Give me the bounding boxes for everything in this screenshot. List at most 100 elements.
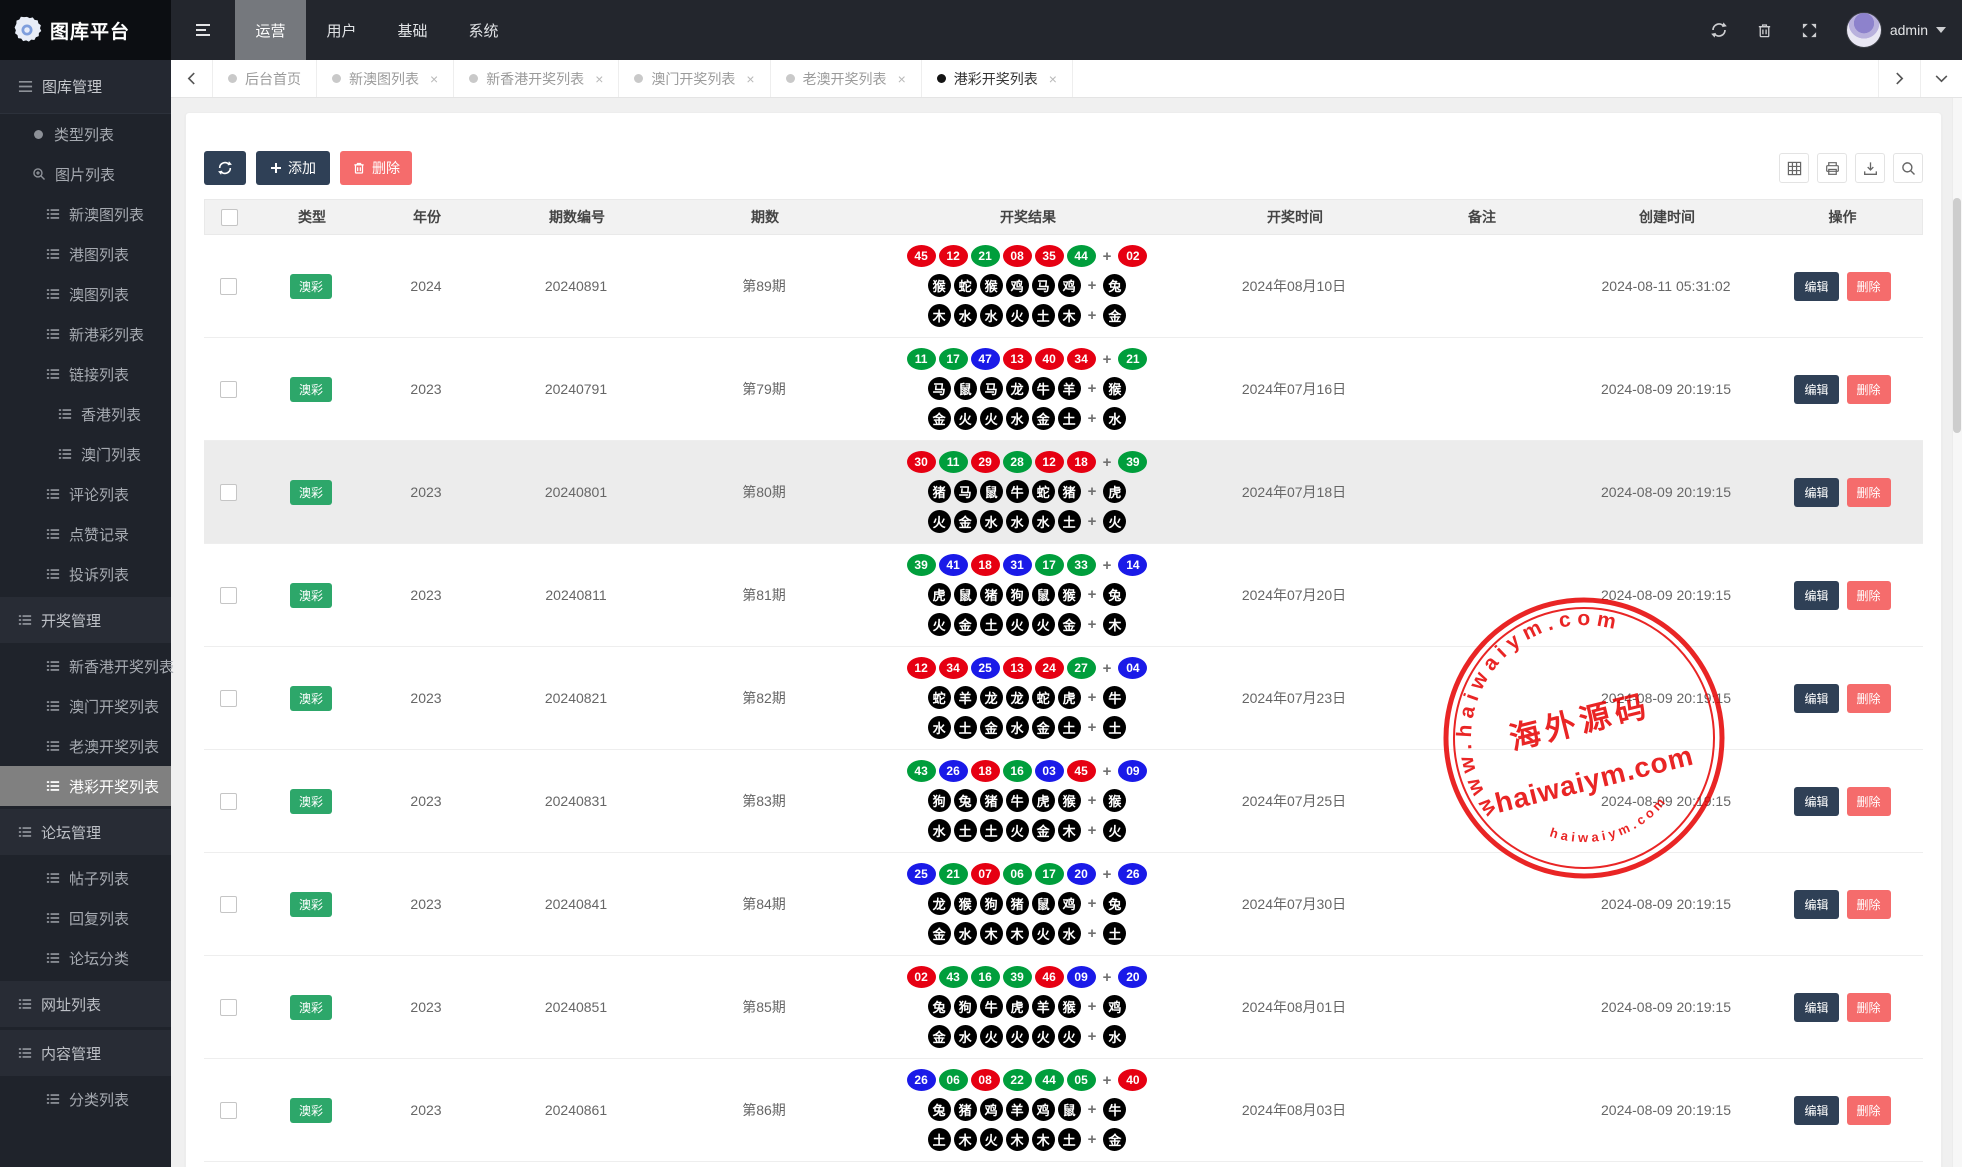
nav-item[interactable]: 基础 bbox=[377, 0, 448, 60]
tab[interactable]: 老澳开奖列表× bbox=[771, 60, 922, 97]
row-checkbox[interactable] bbox=[220, 1102, 237, 1119]
plus-separator: + bbox=[1088, 895, 1097, 912]
row-delete-button[interactable]: 删除 bbox=[1847, 684, 1891, 713]
sidebar-item[interactable]: 论坛分类 bbox=[0, 938, 171, 978]
refresh-icon[interactable] bbox=[1710, 21, 1728, 39]
sidebar-item[interactable]: 澳门开奖列表 bbox=[0, 686, 171, 726]
sidebar-item[interactable]: 评论列表 bbox=[0, 474, 171, 514]
sidebar-item[interactable]: 帖子列表 bbox=[0, 858, 171, 898]
tab-operations-icon[interactable] bbox=[1920, 60, 1962, 97]
edit-button[interactable]: 编辑 bbox=[1794, 375, 1838, 404]
sidebar-item[interactable]: 网址列表 bbox=[0, 981, 171, 1027]
tab-scroll-right-icon[interactable] bbox=[1878, 60, 1920, 97]
tab-close-icon[interactable]: × bbox=[898, 72, 906, 86]
row-checkbox[interactable] bbox=[220, 278, 237, 295]
sidebar-item[interactable]: 点赞记录 bbox=[0, 514, 171, 554]
edit-button[interactable]: 编辑 bbox=[1794, 1096, 1838, 1125]
edit-button[interactable]: 编辑 bbox=[1794, 478, 1838, 507]
sidebar-item[interactable]: 港图列表 bbox=[0, 234, 171, 274]
row-delete-button[interactable]: 删除 bbox=[1847, 787, 1891, 816]
sidebar-item[interactable]: 回复列表 bbox=[0, 898, 171, 938]
edit-button[interactable]: 编辑 bbox=[1794, 684, 1838, 713]
number-ball: 43 bbox=[939, 966, 968, 988]
sidebar-item[interactable]: 新香港开奖列表 bbox=[0, 646, 171, 686]
sidebar-item-active[interactable]: 港彩开奖列表 bbox=[0, 766, 171, 806]
text-ball: 猴 bbox=[1103, 377, 1126, 400]
row-checkbox[interactable] bbox=[220, 587, 237, 604]
row-delete-button[interactable]: 删除 bbox=[1847, 890, 1891, 919]
sidebar-item[interactable]: 类型列表 bbox=[0, 114, 171, 154]
edit-button[interactable]: 编辑 bbox=[1794, 890, 1838, 919]
edit-button[interactable]: 编辑 bbox=[1794, 993, 1838, 1022]
add-button[interactable]: 添加 bbox=[256, 151, 330, 185]
sidebar-item[interactable]: 澳图列表 bbox=[0, 274, 171, 314]
sidebar-item[interactable]: 内容管理 bbox=[0, 1030, 171, 1076]
tab-dot-icon bbox=[634, 74, 643, 83]
row-delete-button[interactable]: 删除 bbox=[1847, 478, 1891, 507]
sidebar-item[interactable]: 新澳图列表 bbox=[0, 194, 171, 234]
sidebar-item[interactable]: 新港彩列表 bbox=[0, 314, 171, 354]
nav-item[interactable]: 系统 bbox=[448, 0, 519, 60]
row-delete-button[interactable]: 删除 bbox=[1847, 375, 1891, 404]
delete-button[interactable]: 删除 bbox=[340, 151, 412, 185]
row-delete-button[interactable]: 删除 bbox=[1847, 1096, 1891, 1125]
number-ball: 17 bbox=[939, 348, 968, 370]
print-icon[interactable] bbox=[1817, 153, 1847, 183]
dot-icon bbox=[32, 128, 45, 141]
tab[interactable]: 新澳图列表× bbox=[317, 60, 454, 97]
cell-issue-number: 20240831 bbox=[482, 793, 670, 809]
edit-button[interactable]: 编辑 bbox=[1794, 787, 1838, 816]
sidebar-item[interactable]: 分类列表 bbox=[0, 1079, 171, 1119]
plus-separator: + bbox=[1088, 719, 1097, 736]
row-delete-button[interactable]: 删除 bbox=[1847, 272, 1891, 301]
tab[interactable]: 后台首页 bbox=[213, 60, 317, 97]
sidebar-item[interactable]: 链接列表 bbox=[0, 354, 171, 394]
row-checkbox[interactable] bbox=[220, 381, 237, 398]
row-checkbox[interactable] bbox=[220, 999, 237, 1016]
scrollbar-track[interactable] bbox=[1952, 98, 1962, 1167]
sidebar-collapse-icon[interactable] bbox=[171, 0, 235, 60]
sidebar-item[interactable]: 香港列表 bbox=[0, 394, 171, 434]
edit-button[interactable]: 编辑 bbox=[1794, 581, 1838, 610]
edit-button[interactable]: 编辑 bbox=[1794, 272, 1838, 301]
tab-close-icon[interactable]: × bbox=[1049, 72, 1057, 86]
list-icon bbox=[58, 447, 72, 461]
text-ball: 猴 bbox=[1058, 583, 1081, 606]
nav-item[interactable]: 运营 bbox=[235, 0, 306, 60]
tab-close-icon[interactable]: × bbox=[430, 72, 438, 86]
columns-filter-icon[interactable] bbox=[1779, 153, 1809, 183]
sidebar-item[interactable]: 图库管理 bbox=[0, 60, 171, 114]
search-icon[interactable] bbox=[1893, 153, 1923, 183]
row-delete-button[interactable]: 删除 bbox=[1847, 993, 1891, 1022]
sidebar-item[interactable]: 开奖管理 bbox=[0, 597, 171, 643]
row-checkbox[interactable] bbox=[220, 690, 237, 707]
select-all-checkbox[interactable] bbox=[221, 209, 238, 226]
sidebar-item[interactable]: 澳门列表 bbox=[0, 434, 171, 474]
tab-close-icon[interactable]: × bbox=[746, 72, 754, 86]
scrollbar-thumb[interactable] bbox=[1953, 198, 1961, 433]
tab[interactable]: 澳门开奖列表× bbox=[619, 60, 770, 97]
sidebar-item[interactable]: 老澳开奖列表 bbox=[0, 726, 171, 766]
sidebar-item[interactable]: 投诉列表 bbox=[0, 554, 171, 594]
tab[interactable]: 新香港开奖列表× bbox=[454, 60, 619, 97]
refresh-button[interactable] bbox=[204, 151, 246, 185]
number-ball: 25 bbox=[907, 863, 936, 885]
text-ball: 猪 bbox=[980, 789, 1003, 812]
trash-icon[interactable] bbox=[1756, 22, 1773, 39]
app-logo[interactable]: 图库平台 bbox=[0, 0, 171, 60]
sidebar-item[interactable]: 论坛管理 bbox=[0, 809, 171, 855]
sidebar-item[interactable]: 图片列表 bbox=[0, 154, 171, 194]
nav-item[interactable]: 用户 bbox=[306, 0, 377, 60]
export-icon[interactable] bbox=[1855, 153, 1885, 183]
row-checkbox[interactable] bbox=[220, 793, 237, 810]
tab-scroll-left-icon[interactable] bbox=[171, 60, 213, 97]
tab-active[interactable]: 港彩开奖列表× bbox=[922, 60, 1073, 97]
ball-line: 252107061720+26 bbox=[907, 863, 1148, 885]
text-ball: 牛 bbox=[1032, 377, 1055, 400]
row-checkbox[interactable] bbox=[220, 484, 237, 501]
user-menu[interactable]: admin bbox=[1846, 12, 1946, 48]
row-delete-button[interactable]: 删除 bbox=[1847, 581, 1891, 610]
row-checkbox[interactable] bbox=[220, 896, 237, 913]
tab-close-icon[interactable]: × bbox=[595, 72, 603, 86]
fullscreen-icon[interactable] bbox=[1801, 22, 1818, 39]
